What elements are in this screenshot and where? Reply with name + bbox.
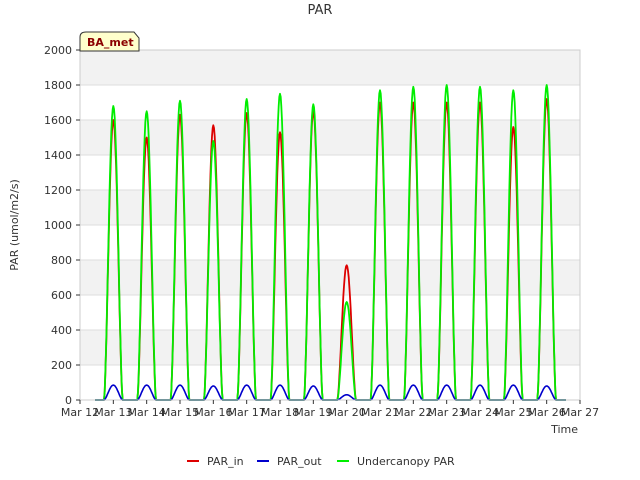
x-axis-ticks: Mar 12Mar 13Mar 14Mar 15Mar 16Mar 17Mar … xyxy=(61,400,599,419)
plot-band xyxy=(80,190,580,225)
y-tick-label: 400 xyxy=(51,324,72,337)
y-tick-label: 1200 xyxy=(44,184,72,197)
legend-label: PAR_out xyxy=(277,455,322,468)
x-axis-label: Time xyxy=(550,423,578,436)
plot-band xyxy=(80,260,580,295)
legend: PAR_in PAR_out Undercanopy PAR xyxy=(187,455,455,468)
legend-label: PAR_in xyxy=(207,455,244,468)
par-chart: 0200400600800100012001400160018002000 Ma… xyxy=(8,3,599,468)
plot-band xyxy=(80,155,580,190)
y-axis-ticks: 0200400600800100012001400160018002000 xyxy=(44,44,80,407)
y-tick-label: 600 xyxy=(51,289,72,302)
plot-band xyxy=(80,50,580,85)
site-badge-label: BA_met xyxy=(87,36,134,49)
legend-label: Undercanopy PAR xyxy=(357,455,455,468)
x-tick-label: Mar 27 xyxy=(561,406,599,419)
y-tick-label: 1800 xyxy=(44,79,72,92)
y-tick-label: 200 xyxy=(51,359,72,372)
plot-band xyxy=(80,295,580,330)
y-tick-label: 800 xyxy=(51,254,72,267)
plot-band xyxy=(80,85,580,120)
plot-band xyxy=(80,120,580,155)
y-tick-label: 1400 xyxy=(44,149,72,162)
y-tick-label: 1000 xyxy=(44,219,72,232)
site-badge: BA_met xyxy=(79,31,140,52)
chart-title: PAR xyxy=(308,3,333,18)
y-axis-label: PAR (umol/m2/s) xyxy=(8,179,21,271)
plot-band xyxy=(80,225,580,260)
y-tick-label: 2000 xyxy=(44,44,72,57)
y-tick-label: 1600 xyxy=(44,114,72,127)
